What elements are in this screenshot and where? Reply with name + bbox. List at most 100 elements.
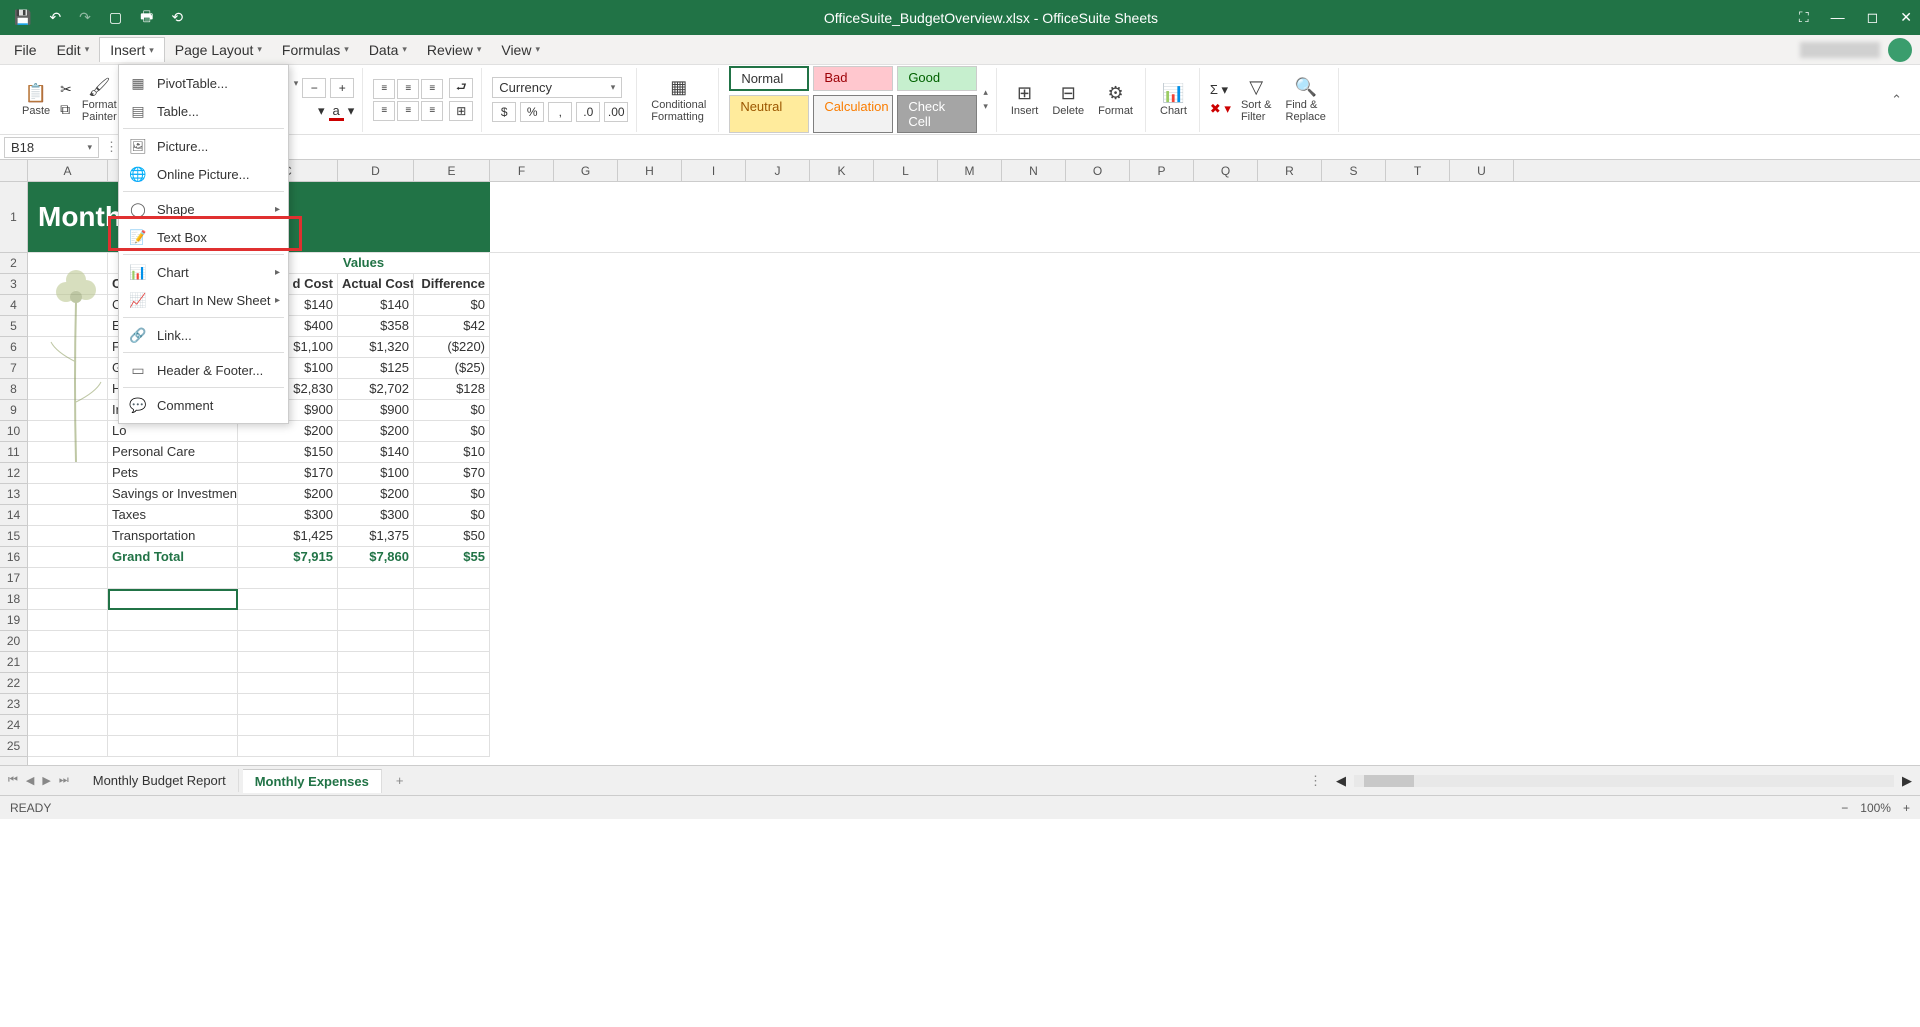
menu-review[interactable]: Review▾ bbox=[417, 38, 491, 62]
col-header-E[interactable]: E bbox=[414, 160, 490, 181]
cut-icon[interactable]: ✂ bbox=[60, 81, 72, 98]
format-painter-button[interactable]: 🖌Format Painter bbox=[78, 75, 121, 125]
menu-view[interactable]: View▾ bbox=[491, 38, 550, 62]
col-header-I[interactable]: I bbox=[682, 160, 746, 181]
col-header-G[interactable]: G bbox=[554, 160, 618, 181]
sort-filter-button[interactable]: ▽Sort & Filter bbox=[1237, 75, 1276, 125]
style-normal[interactable]: Normal bbox=[729, 66, 809, 91]
font-color-dropdown[interactable]: ▾ bbox=[348, 103, 355, 121]
menu-formulas[interactable]: Formulas▾ bbox=[272, 38, 359, 62]
row-header-25[interactable]: 25 bbox=[0, 736, 27, 757]
minimize-icon[interactable]: — bbox=[1831, 9, 1845, 26]
increase-font-button[interactable]: + bbox=[330, 78, 354, 98]
font-dropdown-caret[interactable]: ▾ bbox=[294, 78, 299, 99]
row-header-20[interactable]: 20 bbox=[0, 631, 27, 652]
menu-item-picture[interactable]: 🖼Picture... bbox=[119, 132, 288, 160]
save-icon[interactable]: 💾 bbox=[14, 9, 31, 26]
close-icon[interactable]: ✕ bbox=[1900, 9, 1912, 26]
menu-item-header-footer[interactable]: ▭Header & Footer... bbox=[119, 356, 288, 384]
col-header-L[interactable]: L bbox=[874, 160, 938, 181]
comma-button[interactable]: , bbox=[548, 102, 572, 122]
select-all-corner[interactable] bbox=[0, 160, 28, 181]
zoom-out-button[interactable]: − bbox=[1841, 801, 1848, 815]
col-header-R[interactable]: R bbox=[1258, 160, 1322, 181]
menu-item-pivottable[interactable]: ▦PivotTable... bbox=[119, 69, 288, 97]
menu-item-table[interactable]: ▤Table... bbox=[119, 97, 288, 125]
tab-nav-prev-icon[interactable]: ◀ bbox=[26, 774, 34, 787]
row-header-17[interactable]: 17 bbox=[0, 568, 27, 589]
insert-cells-button[interactable]: ⊞Insert bbox=[1007, 81, 1043, 119]
paste-button[interactable]: 📋Paste bbox=[18, 81, 54, 119]
add-sheet-button[interactable]: + bbox=[386, 769, 414, 792]
row-header-9[interactable]: 9 bbox=[0, 400, 27, 421]
row-header-22[interactable]: 22 bbox=[0, 673, 27, 694]
tab-budget-report[interactable]: Monthly Budget Report bbox=[81, 769, 239, 792]
find-replace-button[interactable]: 🔍Find & Replace bbox=[1282, 75, 1330, 125]
row-header-8[interactable]: 8 bbox=[0, 379, 27, 400]
col-header-H[interactable]: H bbox=[618, 160, 682, 181]
col-header-O[interactable]: O bbox=[1066, 160, 1130, 181]
col-header-P[interactable]: P bbox=[1130, 160, 1194, 181]
fullscreen-icon[interactable]: ⛶ bbox=[1799, 9, 1809, 26]
menu-item-shape[interactable]: ◯Shape▸ bbox=[119, 195, 288, 223]
autosum-button[interactable]: Σ ▾ bbox=[1210, 82, 1231, 98]
row-header-16[interactable]: 16 bbox=[0, 547, 27, 568]
redo-icon[interactable]: ↷ bbox=[79, 9, 91, 26]
row-header-12[interactable]: 12 bbox=[0, 463, 27, 484]
row-header-1[interactable]: 1 bbox=[0, 182, 27, 253]
menu-item-link[interactable]: 🔗Link... bbox=[119, 321, 288, 349]
menu-file[interactable]: File bbox=[4, 38, 47, 62]
col-header-A[interactable]: A bbox=[28, 160, 108, 181]
menu-item-textbox[interactable]: 📝Text Box bbox=[119, 223, 288, 251]
col-header-Q[interactable]: Q bbox=[1194, 160, 1258, 181]
fill-color-dropdown[interactable]: ▾ bbox=[318, 103, 325, 121]
wrap-text-button[interactable]: ⮐ bbox=[449, 78, 473, 98]
new-icon[interactable]: ▢ bbox=[109, 9, 122, 26]
delete-cells-button[interactable]: ⊟Delete bbox=[1048, 81, 1088, 119]
menu-item-comment[interactable]: 💬Comment bbox=[119, 391, 288, 419]
row-header-23[interactable]: 23 bbox=[0, 694, 27, 715]
row-header-2[interactable]: 2 bbox=[0, 253, 27, 274]
row-header-15[interactable]: 15 bbox=[0, 526, 27, 547]
conditional-formatting-button[interactable]: ▦Conditional Formatting bbox=[647, 75, 710, 125]
col-header-N[interactable]: N bbox=[1002, 160, 1066, 181]
row-header-21[interactable]: 21 bbox=[0, 652, 27, 673]
collapse-ribbon-icon[interactable]: ⌃ bbox=[1883, 92, 1910, 108]
style-bad[interactable]: Bad bbox=[813, 66, 893, 91]
decrease-decimal-button[interactable]: .00 bbox=[604, 102, 628, 122]
menu-item-chart[interactable]: 📊Chart▸ bbox=[119, 258, 288, 286]
col-header-F[interactable]: F bbox=[490, 160, 554, 181]
menu-item-chart-new-sheet[interactable]: 📈Chart In New Sheet▸ bbox=[119, 286, 288, 314]
row-header-19[interactable]: 19 bbox=[0, 610, 27, 631]
increase-decimal-button[interactable]: .0 bbox=[576, 102, 600, 122]
percent-button[interactable]: % bbox=[520, 102, 544, 122]
undo-icon[interactable]: ↶ bbox=[49, 9, 61, 26]
number-format-dropdown[interactable]: Currency▾ bbox=[492, 77, 622, 98]
tab-monthly-expenses[interactable]: Monthly Expenses bbox=[243, 769, 382, 793]
merge-button[interactable]: ⊞ bbox=[449, 101, 473, 121]
format-cells-button[interactable]: ⚙Format bbox=[1094, 81, 1137, 119]
zoom-in-button[interactable]: + bbox=[1903, 801, 1910, 815]
tab-nav-next-icon[interactable]: ▶ bbox=[42, 774, 50, 787]
col-header-K[interactable]: K bbox=[810, 160, 874, 181]
col-header-S[interactable]: S bbox=[1322, 160, 1386, 181]
row-header-7[interactable]: 7 bbox=[0, 358, 27, 379]
col-header-M[interactable]: M bbox=[938, 160, 1002, 181]
hscroll-left-icon[interactable]: ◀ bbox=[1336, 773, 1346, 789]
tab-nav-last-icon[interactable]: ⏭ bbox=[59, 774, 69, 787]
tab-nav-first-icon[interactable]: ⏮ bbox=[8, 774, 18, 787]
style-check-cell[interactable]: Check Cell bbox=[897, 95, 977, 133]
font-color-button[interactable]: a bbox=[329, 103, 344, 121]
row-header-24[interactable]: 24 bbox=[0, 715, 27, 736]
row-header-3[interactable]: 3 bbox=[0, 274, 27, 295]
selected-cell[interactable] bbox=[108, 589, 238, 610]
row-header-10[interactable]: 10 bbox=[0, 421, 27, 442]
row-header-6[interactable]: 6 bbox=[0, 337, 27, 358]
hscroll-right-icon[interactable]: ▶ bbox=[1902, 773, 1912, 789]
styles-scroll-down[interactable]: ▾ bbox=[983, 101, 988, 112]
chart-button[interactable]: 📊Chart bbox=[1156, 81, 1191, 119]
row-header-11[interactable]: 11 bbox=[0, 442, 27, 463]
menu-data[interactable]: Data▾ bbox=[359, 38, 417, 62]
col-header-D[interactable]: D bbox=[338, 160, 414, 181]
currency-button[interactable]: $ bbox=[492, 102, 516, 122]
